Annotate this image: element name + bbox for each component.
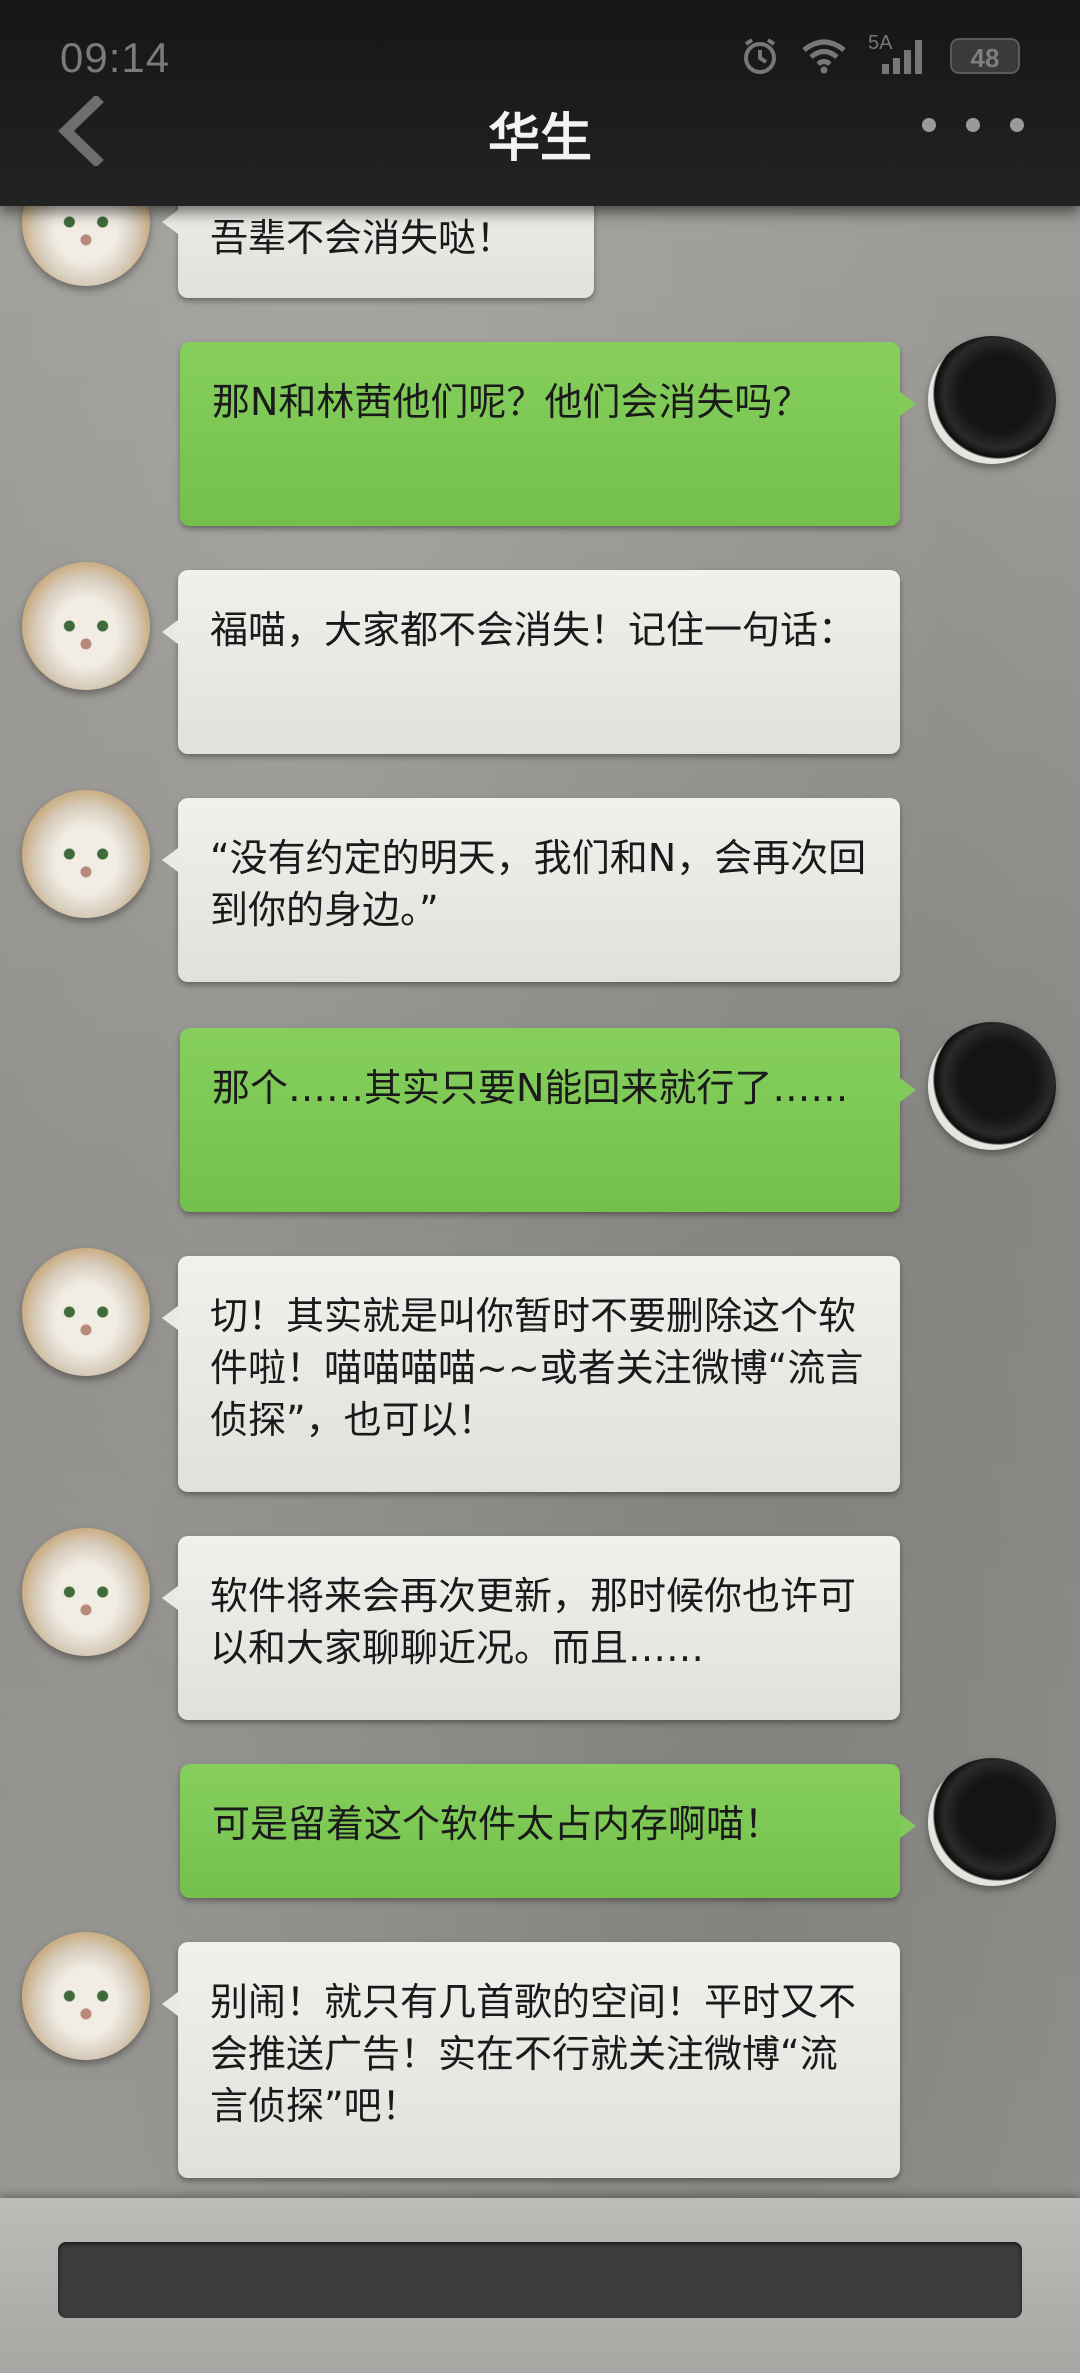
cat-avatar[interactable] — [22, 790, 150, 918]
message-text: 吾辈不会消失哒！ — [210, 216, 515, 260]
message-text: 别闹！就只有几首歌的空间！平时又不会推送广告！实在不行就关注微博“流言侦探”吧！ — [210, 1980, 857, 2128]
message-text: “没有约定的明天，我们和N，会再次回到你的身边。” — [210, 836, 867, 932]
message-list[interactable]: 吾辈不会消失哒！ 那N和林茜他们呢？他们会消失吗？ 福喵，大家都不会消失！记住一… — [0, 0, 1080, 2200]
message-bubble-sent[interactable]: 可是留着这个软件太占内存啊喵！ — [180, 1764, 916, 1898]
page-title: 华生 — [487, 108, 592, 169]
message-bubble-received[interactable]: “没有约定的明天，我们和N，会再次回到你的身边。” — [162, 798, 900, 982]
message-text: 那N和林茜他们呢？他们会消失吗？ — [212, 380, 811, 424]
battery-icon: 48 — [950, 38, 1020, 74]
message-input[interactable] — [58, 2242, 1022, 2318]
message-text: 福喵，大家都不会消失！记住一句话： — [210, 608, 857, 652]
dot — [922, 118, 936, 132]
battery-level: 48 — [970, 43, 1000, 73]
cat-avatar[interactable] — [22, 1248, 150, 1376]
message-text: 可是留着这个软件太占内存啊喵！ — [212, 1802, 783, 1846]
message-bubble-received[interactable]: 软件将来会再次更新，那时候你也许可以和大家聊聊近况。而且…… — [162, 1536, 900, 1720]
message-text: 那个……其实只要N能回来就行了…… — [212, 1066, 849, 1110]
signal-icon: 5A — [868, 32, 930, 76]
status-icons: 5A 48 — [740, 32, 1020, 76]
cat-avatar[interactable] — [22, 1528, 150, 1656]
cat-avatar[interactable] — [22, 1932, 150, 2060]
header-bar: 09:14 5A 48 华生 — [0, 0, 1080, 206]
message-bubble-sent[interactable]: 那个……其实只要N能回来就行了…… — [180, 1028, 916, 1212]
wifi-icon — [802, 39, 846, 74]
message-text: 切！其实就是叫你暂时不要删除这个软件啦！喵喵喵喵~~或者关注微博“流言侦探”，也… — [210, 1294, 864, 1442]
status-time: 09:14 — [60, 34, 171, 81]
input-bar — [0, 2198, 1080, 2373]
dot — [1010, 118, 1024, 132]
message-bubble-received[interactable]: 福喵，大家都不会消失！记住一句话： — [162, 570, 900, 754]
message-bubble-received[interactable]: 切！其实就是叫你暂时不要删除这个软件啦！喵喵喵喵~~或者关注微博“流言侦探”，也… — [162, 1256, 900, 1492]
more-dots-icon[interactable] — [922, 118, 1024, 132]
alarm-icon — [744, 38, 776, 74]
message-bubble-sent[interactable]: 那N和林茜他们呢？他们会消失吗？ — [180, 342, 916, 526]
user-avatar[interactable] — [928, 1758, 1056, 1886]
cat-avatar[interactable] — [22, 562, 150, 690]
message-text: 软件将来会再次更新，那时候你也许可以和大家聊聊近况。而且…… — [210, 1574, 857, 1670]
dot — [966, 118, 980, 132]
user-avatar[interactable] — [928, 1022, 1056, 1150]
message-bubble-received[interactable]: 别闹！就只有几首歌的空间！平时又不会推送广告！实在不行就关注微博“流言侦探”吧！ — [162, 1942, 900, 2178]
user-avatar[interactable] — [928, 336, 1056, 464]
